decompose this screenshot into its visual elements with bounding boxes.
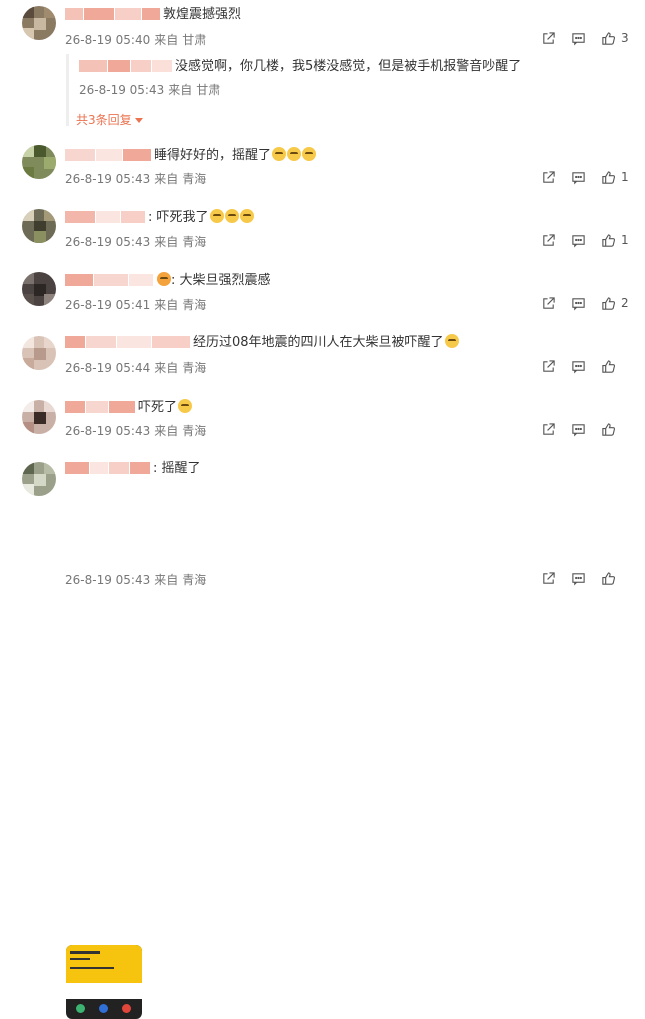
reply-block: 没感觉啊，你几楼，我5楼没感觉，但是被手机报警音吵醒了 26-8-19 05:4… bbox=[66, 54, 634, 126]
source-label: 来自 bbox=[154, 573, 179, 587]
avatar[interactable] bbox=[22, 336, 56, 370]
comment-icon[interactable] bbox=[571, 422, 585, 437]
thumbs-up-icon[interactable] bbox=[601, 422, 616, 436]
crying-emoji-icon bbox=[239, 209, 254, 223]
source-label: 来自 bbox=[154, 235, 179, 249]
caret-down-icon bbox=[134, 118, 143, 123]
green-dot-icon bbox=[76, 1004, 85, 1013]
image-detail bbox=[70, 958, 90, 960]
username[interactable] bbox=[65, 274, 154, 288]
avatar[interactable] bbox=[22, 209, 56, 243]
thumbs-up-icon[interactable] bbox=[601, 31, 616, 45]
thumbs-up-icon[interactable] bbox=[601, 170, 616, 184]
avatar[interactable] bbox=[22, 272, 56, 306]
comment-date: 26-8-19 05:40 bbox=[65, 33, 151, 47]
share-icon[interactable] bbox=[541, 170, 555, 184]
thumbs-up-icon[interactable] bbox=[601, 233, 616, 247]
reply-username[interactable] bbox=[79, 60, 173, 74]
image-detail bbox=[70, 951, 100, 954]
share-icon[interactable] bbox=[541, 233, 555, 247]
username[interactable] bbox=[65, 462, 151, 476]
comment-text: : 大柴旦强烈震感 bbox=[171, 273, 271, 288]
source-label: 来自 bbox=[154, 361, 179, 375]
thumbs-up-icon[interactable] bbox=[601, 571, 616, 585]
comment-icon[interactable] bbox=[571, 571, 585, 586]
more-replies-link[interactable]: 共3条回复 bbox=[76, 111, 143, 128]
crying-emoji-icon bbox=[224, 209, 239, 223]
share-icon[interactable] bbox=[541, 359, 555, 373]
username[interactable] bbox=[65, 8, 161, 22]
share-icon[interactable] bbox=[541, 31, 555, 45]
more-replies-label: 共3条回复 bbox=[76, 113, 132, 127]
image-detail bbox=[70, 967, 114, 969]
comment-date: 26-8-19 05:43 bbox=[65, 424, 151, 438]
comment-text: 睡得好好的，摇醒了 bbox=[154, 148, 272, 163]
comment-icon[interactable] bbox=[571, 31, 585, 46]
crying-emoji-icon bbox=[272, 147, 287, 161]
comment-location: 青海 bbox=[182, 172, 207, 186]
source-label: 来自 bbox=[154, 298, 179, 312]
comment-date: 26-8-19 05:41 bbox=[65, 298, 151, 312]
source-label: 来自 bbox=[154, 424, 179, 438]
username[interactable] bbox=[65, 211, 146, 225]
reply-location: 甘肃 bbox=[196, 83, 221, 97]
thumbs-up-icon[interactable] bbox=[601, 359, 616, 373]
comment-text: 吓死了 bbox=[138, 400, 178, 415]
crying-emoji-icon bbox=[302, 147, 317, 161]
comment-icon[interactable] bbox=[571, 296, 585, 311]
comment-date: 26-8-19 05:43 bbox=[65, 573, 151, 587]
avatar[interactable] bbox=[22, 462, 56, 496]
comment-icon[interactable] bbox=[571, 170, 585, 185]
thumbs-up-icon[interactable] bbox=[601, 296, 616, 310]
like-count: 3 bbox=[621, 31, 629, 45]
source-label: 来自 bbox=[154, 172, 179, 186]
screenshot-body bbox=[66, 983, 142, 999]
username[interactable] bbox=[65, 401, 136, 415]
comment-date: 26-8-19 05:43 bbox=[65, 172, 151, 186]
crying-emoji-icon bbox=[209, 209, 224, 223]
comment-text: 经历过08年地震的四川人在大柴旦被吓醒了 bbox=[193, 335, 444, 350]
like-count: 1 bbox=[621, 233, 629, 247]
red-dot-icon bbox=[122, 1004, 131, 1013]
comment-text: 敦煌震撼强烈 bbox=[163, 7, 242, 22]
blue-dot-icon bbox=[99, 1004, 108, 1013]
username[interactable] bbox=[65, 336, 191, 350]
comment-location: 甘肃 bbox=[182, 33, 207, 47]
comment-location: 青海 bbox=[182, 361, 207, 375]
reply-date: 26-8-19 05:43 bbox=[79, 83, 165, 97]
crying-emoji-icon bbox=[287, 147, 302, 161]
comment-location: 青海 bbox=[182, 298, 207, 312]
comment-date: 26-8-19 05:43 bbox=[65, 235, 151, 249]
share-icon[interactable] bbox=[541, 296, 555, 310]
comment-location: 青海 bbox=[182, 235, 207, 249]
reply-text: 没感觉啊，你几楼，我5楼没感觉，但是被手机报警音吵醒了 bbox=[175, 59, 522, 74]
comment-text: : 摇醒了 bbox=[153, 461, 201, 476]
crown-badge-icon bbox=[157, 272, 171, 286]
username[interactable] bbox=[65, 149, 152, 163]
comment-location: 青海 bbox=[182, 573, 207, 587]
source-label: 来自 bbox=[168, 83, 193, 97]
avatar[interactable] bbox=[22, 6, 56, 40]
comment-text: : 吓死我了 bbox=[148, 210, 209, 225]
share-icon[interactable] bbox=[541, 571, 555, 585]
comment-icon[interactable] bbox=[571, 233, 585, 248]
like-count: 1 bbox=[621, 170, 629, 184]
avatar[interactable] bbox=[22, 400, 56, 434]
like-count: 2 bbox=[621, 296, 629, 310]
comment-icon[interactable] bbox=[571, 359, 585, 374]
source-label: 来自 bbox=[154, 33, 179, 47]
comment-location: 青海 bbox=[182, 424, 207, 438]
avatar[interactable] bbox=[22, 145, 56, 179]
sweat-emoji-icon bbox=[444, 334, 459, 348]
crying-emoji-icon bbox=[178, 399, 193, 413]
share-icon[interactable] bbox=[541, 422, 555, 436]
comment-image-thumbnail[interactable] bbox=[66, 945, 142, 1019]
comment-date: 26-8-19 05:44 bbox=[65, 361, 151, 375]
